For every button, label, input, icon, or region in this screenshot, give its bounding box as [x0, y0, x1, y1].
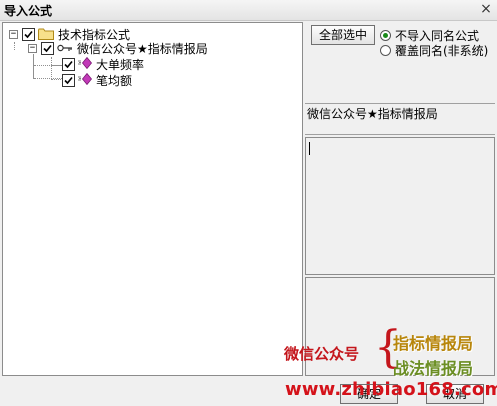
radio-overwrite-duplicates[interactable]: 覆盖同名(非系统) — [380, 42, 488, 58]
item-checkbox[interactable] — [62, 73, 75, 87]
radio-selected-icon[interactable] — [380, 29, 391, 41]
watermark-url: www.zhibiao168.com — [285, 379, 497, 400]
tree-node-label: 微信公众号★指标情报局 — [77, 41, 208, 56]
tree-node-label: 大单频率 — [96, 57, 145, 72]
tree-node-item[interactable]: 大单频率 — [62, 56, 144, 72]
window-title: 导入公式 — [4, 4, 53, 18]
formula-icon — [78, 72, 93, 88]
formula-tree[interactable]: − 技术指标公式 − 微信公众号★指标情报局 大单频率 笔均额 — [2, 22, 303, 376]
tree-node-item[interactable]: 笔均额 — [62, 72, 132, 88]
radio-label: 覆盖同名(非系统) — [395, 43, 489, 58]
collapse-icon[interactable]: − — [28, 43, 37, 53]
formula-description-area[interactable] — [305, 137, 495, 275]
item-checkbox[interactable] — [62, 57, 75, 71]
watermark-line2: 战法情报局 — [393, 359, 474, 378]
tree-node-label: 笔均额 — [96, 73, 133, 88]
collapse-icon[interactable]: − — [9, 29, 18, 39]
tree-connector — [33, 54, 34, 79]
tree-node-group[interactable]: − 微信公众号★指标情报局 — [28, 40, 208, 56]
group-checkbox[interactable] — [41, 41, 54, 55]
key-icon — [57, 41, 73, 55]
close-icon[interactable]: × — [479, 2, 493, 16]
radio-unselected-icon[interactable] — [380, 44, 391, 56]
formula-name-text: 微信公众号★指标情报局 — [307, 107, 438, 121]
tree-connector — [14, 42, 15, 50]
watermark-line1: 指标情报局 — [393, 334, 474, 353]
formula-icon — [78, 56, 93, 72]
select-all-button[interactable]: 全部选中 — [311, 25, 375, 45]
tree-connector — [51, 57, 52, 79]
title-bar: 导入公式 × — [0, 0, 497, 21]
text-caret — [309, 142, 310, 155]
root-checkbox[interactable] — [22, 27, 35, 41]
folder-icon — [38, 28, 54, 40]
watermark-wechat-label: 微信公众号 — [284, 345, 360, 363]
formula-name-display: 微信公众号★指标情报局 — [305, 103, 495, 135]
